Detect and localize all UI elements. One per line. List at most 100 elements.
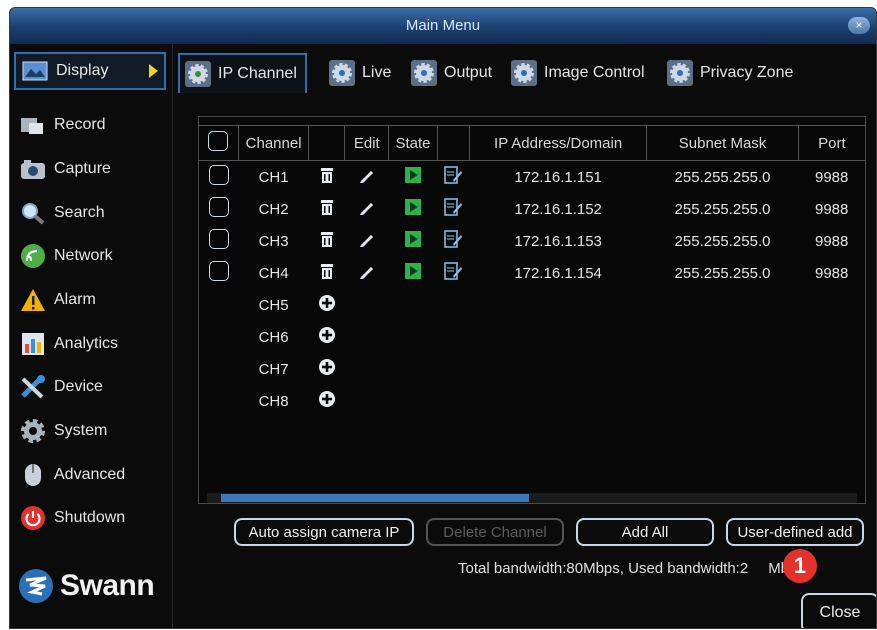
user-defined-add-button[interactable]: User-defined add [726, 518, 864, 546]
sidebar-item-record[interactable]: Record [14, 106, 166, 144]
sidebar-item-shutdown[interactable]: Shutdown [14, 499, 166, 537]
row-checkbox[interactable] [208, 261, 229, 281]
col-port: Port [798, 125, 865, 161]
tab-live[interactable]: Live [324, 53, 391, 93]
tab-privacy-zone[interactable]: Privacy Zone [662, 53, 793, 93]
add-all-button[interactable]: Add All [576, 518, 714, 546]
table-row[interactable]: CH4 172.16.1.154 255.255.255.0 9988 [199, 257, 865, 289]
sidebar-item-system[interactable]: System [14, 412, 166, 450]
sidebar-item-label: Device [54, 378, 103, 395]
mask-cell: 255.255.255.0 [674, 264, 771, 282]
device-tools-icon [20, 374, 46, 400]
close-button[interactable]: Close [801, 593, 876, 628]
bandwidth-text: Total bandwidth:80Mbps, Used bandwidth:2 [458, 560, 749, 577]
tab-ip-channel[interactable]: IP Channel [178, 53, 307, 93]
logo-text: Swann [60, 569, 155, 602]
add-circle-icon[interactable] [318, 390, 336, 408]
select-all-checkbox[interactable] [208, 131, 229, 151]
bandwidth-status: Total bandwidth:80Mbps, Used bandwidth:2… [458, 560, 805, 577]
row-checkbox[interactable] [208, 165, 229, 185]
sidebar-item-search[interactable]: Search [14, 194, 166, 232]
window-close-icon[interactable]: × [848, 17, 870, 34]
tab-output[interactable]: Output [406, 53, 492, 93]
add-circle-icon[interactable] [318, 358, 336, 376]
sidebar-item-label: Capture [54, 160, 111, 177]
col-detail [437, 125, 471, 161]
sidebar-item-label: Network [54, 247, 113, 264]
edit-details-icon[interactable] [443, 197, 463, 217]
horizontal-scrollbar[interactable] [207, 493, 857, 503]
sidebar-item-display[interactable]: Display [14, 52, 166, 90]
gear-icon [20, 418, 46, 444]
scrollbar-thumb[interactable] [221, 494, 529, 502]
settings-gear-icon [411, 60, 437, 86]
port-cell: 9988 [815, 168, 849, 186]
pencil-icon[interactable] [358, 198, 376, 216]
play-state-icon[interactable] [404, 262, 422, 280]
analytics-icon [20, 331, 46, 357]
mask-cell: 255.255.255.0 [674, 232, 771, 250]
settings-gear-icon [667, 60, 693, 86]
tab-label: IP Channel [218, 65, 297, 82]
callout-marker: 1 [783, 549, 817, 583]
table-row[interactable]: CH1 172.16.1.151 255.255.255.0 9988 [199, 161, 865, 194]
record-icon [20, 112, 46, 138]
tab-label: Live [362, 64, 392, 81]
settings-gear-icon [511, 60, 537, 86]
sidebar-item-label: System [54, 422, 108, 439]
edit-details-icon[interactable] [443, 229, 463, 249]
sidebar-item-analytics[interactable]: Analytics [14, 325, 166, 363]
mask-cell: 255.255.255.0 [674, 200, 771, 218]
play-state-icon[interactable] [404, 166, 422, 184]
sidebar-item-capture[interactable]: Capture [14, 150, 166, 188]
power-icon [20, 505, 46, 531]
main-menu-window: Main Menu × Display Record Capture Searc… [9, 7, 877, 629]
channel-table-panel: Channel Edit State IP Address/Domain Sub… [198, 116, 866, 504]
sidebar-item-label: Search [54, 204, 105, 221]
col-channel: Channel [238, 125, 310, 161]
channel-cell: CH8 [258, 392, 289, 410]
play-state-icon[interactable] [404, 198, 422, 216]
title-bar: Main Menu × [10, 8, 876, 44]
sidebar-item-label: Shutdown [54, 509, 126, 526]
settings-gear-icon [185, 61, 211, 87]
channel-cell: CH4 [258, 264, 289, 282]
sidebar: Display Record Capture Search Network Al… [10, 44, 173, 628]
delete-channel-button[interactable]: Delete Channel [426, 518, 564, 546]
trash-icon[interactable] [319, 230, 335, 248]
camera-icon [20, 156, 46, 182]
alarm-warning-icon [20, 287, 46, 313]
pencil-icon[interactable] [358, 230, 376, 248]
swann-logo: Swann [18, 568, 155, 604]
table-row[interactable]: CH2 172.16.1.152 255.255.255.0 9988 [199, 193, 865, 225]
table-row[interactable]: CH3 172.16.1.153 255.255.255.0 9988 [199, 225, 865, 257]
sidebar-item-device[interactable]: Device [14, 368, 166, 406]
pencil-icon[interactable] [358, 166, 376, 184]
display-icon [22, 58, 48, 84]
trash-icon[interactable] [319, 262, 335, 280]
edit-details-icon[interactable] [443, 165, 463, 185]
row-checkbox[interactable] [208, 229, 229, 249]
trash-icon[interactable] [319, 198, 335, 216]
tab-image-control[interactable]: Image Control [506, 53, 645, 93]
mask-cell: 255.255.255.0 [674, 168, 771, 186]
row-checkbox[interactable] [208, 197, 229, 217]
tab-label: Image Control [544, 64, 645, 81]
pencil-icon[interactable] [358, 262, 376, 280]
add-circle-icon[interactable] [318, 326, 336, 344]
sidebar-item-alarm[interactable]: Alarm [14, 281, 166, 319]
trash-icon[interactable] [319, 166, 335, 184]
tab-label: Privacy Zone [700, 64, 794, 81]
channel-cell: CH3 [258, 232, 289, 250]
edit-details-icon[interactable] [443, 261, 463, 281]
sidebar-item-advanced[interactable]: Advanced [14, 456, 166, 494]
sidebar-item-label: Advanced [54, 466, 126, 483]
auto-assign-ip-button[interactable]: Auto assign camera IP [234, 518, 414, 546]
col-state: State [388, 125, 438, 161]
select-all-cell [199, 125, 239, 161]
channel-cell: CH2 [258, 200, 289, 218]
sidebar-item-network[interactable]: Network [14, 237, 166, 275]
ip-cell: 172.16.1.152 [514, 200, 602, 218]
play-state-icon[interactable] [404, 230, 422, 248]
add-circle-icon[interactable] [318, 294, 336, 312]
